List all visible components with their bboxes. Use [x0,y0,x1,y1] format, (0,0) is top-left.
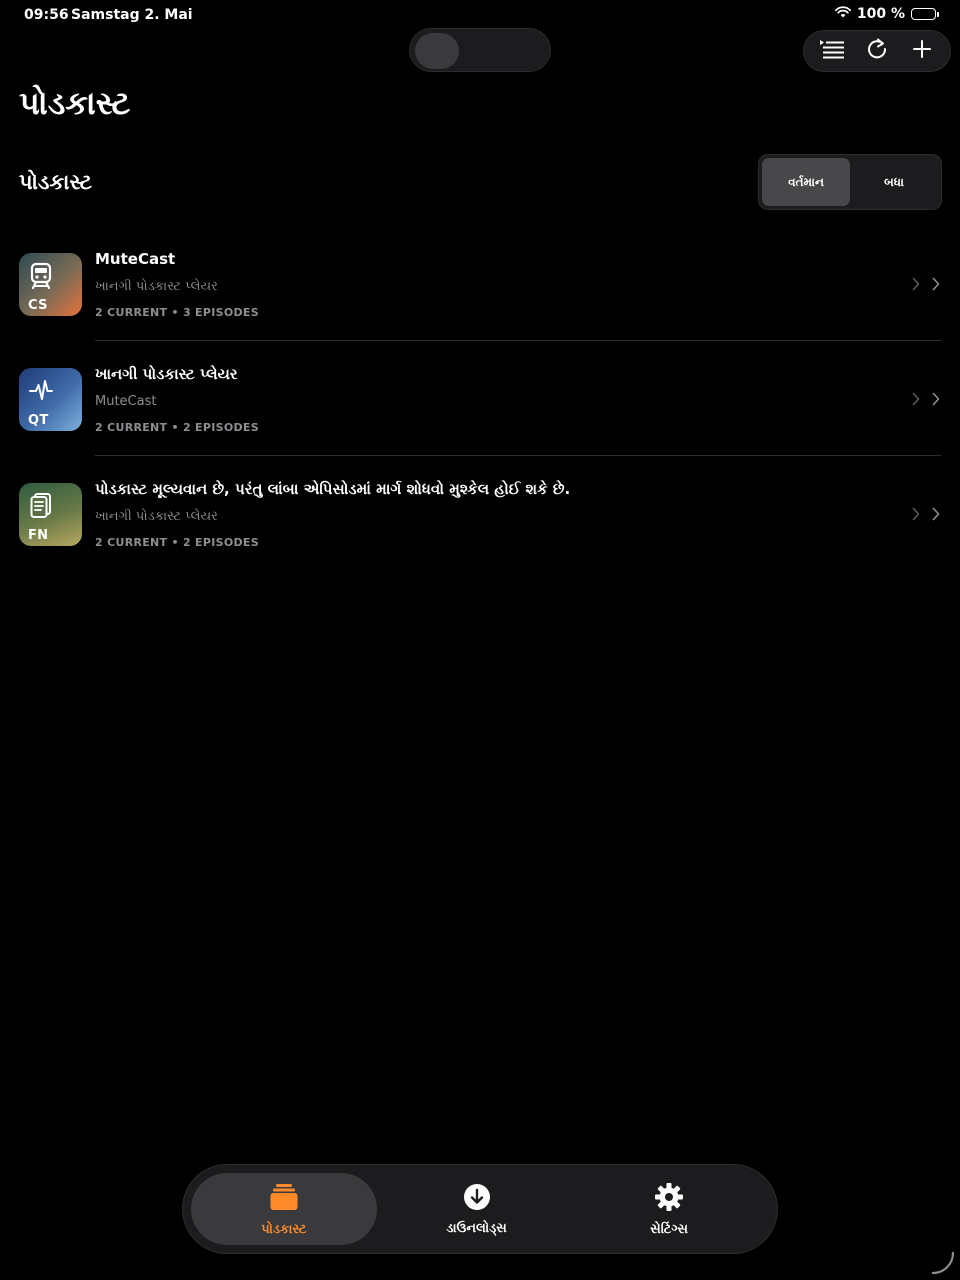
list-icon [819,38,845,64]
chevron-right-icon [932,391,940,410]
tab-podcasts[interactable]: પોડકાસ્ટ [191,1173,377,1245]
artwork-code: FN [28,528,49,543]
podcast-artwork: QT [19,368,82,431]
tab-label: ડાઉનલોડ્સ [446,1220,507,1236]
tab-downloads[interactable]: ડાઉનલોડ્સ [384,1173,570,1245]
section-title: પોડકાસ્ટ [19,170,92,194]
podcast-meta: 2 CURRENT • 2 EPISODES [95,536,259,549]
mini-player-toggle[interactable] [409,28,551,72]
wifi-icon [834,6,851,22]
plus-icon [912,39,932,63]
artwork-code: CS [28,298,48,313]
tab-label: પોડકાસ્ટ [261,1221,307,1237]
add-button[interactable] [902,33,942,69]
filter-segmented-control: વર્તમાન બધા [758,154,942,210]
battery-percent: 100 % [856,6,905,22]
status-time: 09:56 [24,7,69,23]
podcast-meta: 2 CURRENT • 2 EPISODES [95,421,259,434]
refresh-button[interactable] [857,33,897,69]
podcast-subtitle: ખાનગી પોડકાસ્ટ પ્લેયર [95,279,218,294]
podcast-row[interactable]: QT ખાનગી પોડકાસ્ટ પ્લેયર MuteCast 2 CURR… [0,341,960,456]
artwork-code: QT [28,413,49,428]
podcast-row[interactable]: FN પોડકાસ્ટ મૂલ્યવાન છે, પરંતુ લાંબા એપિ… [0,456,960,571]
tab-label: સેટિંગ્સ [650,1221,689,1237]
toolbar [803,30,951,72]
podcast-title: MuteCast [95,250,176,268]
waveform-icon [29,377,53,405]
podcast-artwork: FN [19,483,82,546]
podcast-list: CS MuteCast ખાનગી પોડકાસ્ટ પ્લેયર 2 CURR… [0,226,960,571]
segment-current[interactable]: વર્તમાન [762,158,850,206]
toggle-knob [415,33,459,69]
segment-all[interactable]: બધા [850,158,938,206]
podcast-subtitle: ખાનગી પોડકાસ્ટ પ્લેયર [95,509,218,524]
chevron-right-icon [912,276,920,295]
stack-icon [269,1182,299,1216]
gear-icon [654,1182,684,1216]
page-title: પોડકાસ્ટ [19,84,131,122]
podcast-title: પોડકાસ્ટ મૂલ્યવાન છે, પરંતુ લાંબા એપિસોડ… [95,480,571,498]
chevron-right-icon [912,391,920,410]
podcast-meta: 2 CURRENT • 3 EPISODES [95,306,259,319]
chevron-right-icon [932,276,940,295]
battery-icon [911,8,939,20]
podcast-subtitle: MuteCast [95,394,157,409]
chevron-right-icon [912,506,920,525]
tab-bar: પોડકાસ્ટ ડાઉનલોડ્સ સેટિંગ્સ [182,1164,778,1254]
podcast-artwork: CS [19,253,82,316]
status-bar: 09:56 Samstag 2. Mai 100 % [0,0,960,30]
row-chevrons [912,391,940,410]
download-icon [463,1183,491,1215]
window-resize-handle[interactable] [930,1250,956,1276]
row-chevrons [912,506,940,525]
podcast-row[interactable]: CS MuteCast ખાનગી પોડકાસ્ટ પ્લેયર 2 CURR… [0,226,960,341]
train-icon [29,262,53,290]
list-button[interactable] [812,33,852,69]
row-chevrons [912,276,940,295]
podcast-title: ખાનગી પોડકાસ્ટ પ્લેયર [95,365,238,383]
chevron-right-icon [932,506,940,525]
refresh-icon [866,38,888,64]
status-date: Samstag 2. Mai [71,7,193,23]
document-icon [29,492,53,520]
status-indicators: 100 % [834,6,939,22]
tab-settings[interactable]: સેટિંગ્સ [576,1173,762,1245]
